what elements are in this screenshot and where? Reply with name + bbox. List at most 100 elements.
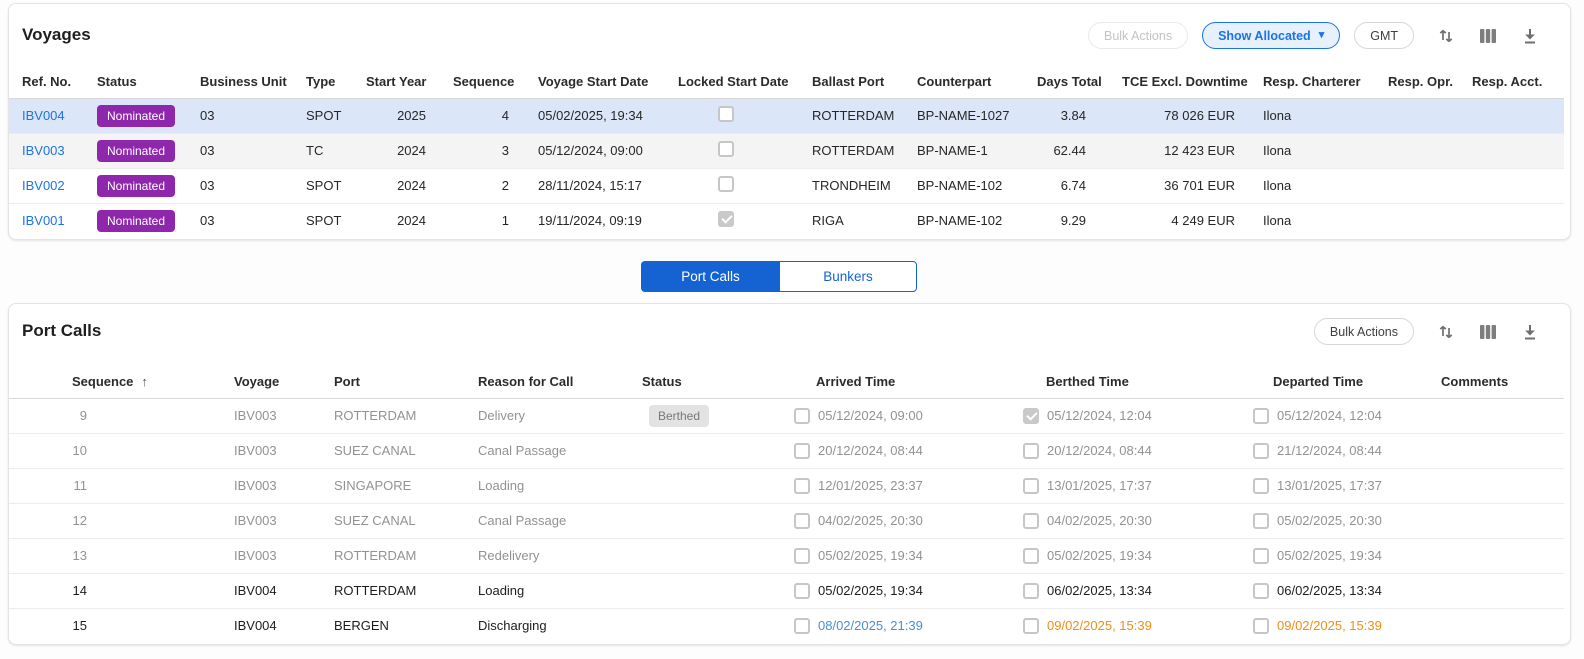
locked-start-date-checkbox[interactable]: [718, 106, 734, 122]
columns-icon[interactable]: [1477, 25, 1499, 47]
col-header-voyage-start-date[interactable]: Voyage Start Date: [518, 66, 678, 98]
cell-voyage-start-date: 19/11/2024, 09:19: [518, 203, 678, 238]
col-header-status[interactable]: Status: [642, 366, 794, 398]
col-header-departed-time[interactable]: Departed Time: [1253, 366, 1433, 398]
arrived-checkbox[interactable]: [794, 548, 810, 564]
col-header-resp-acct[interactable]: Resp. Acct.: [1472, 66, 1564, 98]
col-header-berthed-time[interactable]: Berthed Time: [1023, 366, 1253, 398]
col-header-business-unit[interactable]: Business Unit: [200, 66, 306, 98]
col-header-comments[interactable]: Comments: [1433, 366, 1564, 398]
departed-checkbox[interactable]: [1253, 583, 1269, 599]
table-row[interactable]: IBV002 Nominated 03 SPOT 2024 2 28/11/20…: [9, 168, 1564, 203]
col-header-ref-no[interactable]: Ref. No.: [9, 66, 97, 98]
locked-start-date-checkbox[interactable]: [718, 211, 734, 227]
table-row[interactable]: IBV001 Nominated 03 SPOT 2024 1 19/11/20…: [9, 203, 1564, 238]
berthed-time: 09/02/2025, 15:39: [1047, 618, 1152, 633]
timezone-button[interactable]: GMT: [1354, 22, 1414, 49]
cell-port: ROTTERDAM: [334, 398, 478, 433]
col-header-start-year[interactable]: Start Year: [366, 66, 441, 98]
cell-comments: [1433, 503, 1564, 538]
table-row[interactable]: 14 IBV004 ROTTERDAM Loading 05/02/2025, …: [9, 573, 1564, 608]
voyage-ref-link[interactable]: IBV002: [22, 178, 65, 193]
status-badge: Nominated: [97, 105, 175, 127]
departed-checkbox[interactable]: [1253, 513, 1269, 529]
tab-port-calls[interactable]: Port Calls: [641, 261, 779, 292]
col-header-arrived-time[interactable]: Arrived Time: [794, 366, 1023, 398]
download-icon[interactable]: [1520, 321, 1540, 343]
departed-time: 13/01/2025, 17:37: [1277, 478, 1382, 493]
arrived-checkbox[interactable]: [794, 408, 810, 424]
berthed-checkbox[interactable]: [1023, 408, 1039, 424]
cell-counterpart: BP-NAME-1027: [917, 98, 1037, 133]
table-row[interactable]: 9 IBV003 ROTTERDAM Delivery Berthed 05/1…: [9, 398, 1564, 433]
col-header-days-total[interactable]: Days Total: [1037, 66, 1122, 98]
table-row[interactable]: 15 IBV004 BERGEN Discharging 08/02/2025,…: [9, 608, 1564, 643]
table-row[interactable]: 12 IBV003 SUEZ CANAL Canal Passage 04/02…: [9, 503, 1564, 538]
departed-checkbox[interactable]: [1253, 548, 1269, 564]
voyage-ref-link[interactable]: IBV004: [22, 108, 65, 123]
departed-checkbox[interactable]: [1253, 478, 1269, 494]
col-header-counterpart[interactable]: Counterpart: [917, 66, 1037, 98]
cell-sequence: 9: [72, 408, 87, 423]
berthed-checkbox[interactable]: [1023, 618, 1039, 634]
locked-start-date-checkbox[interactable]: [718, 176, 734, 192]
col-header-tce[interactable]: TCE Excl. Downtime: [1122, 66, 1263, 98]
voyage-ref-link[interactable]: IBV003: [22, 143, 65, 158]
arrived-time: 12/01/2025, 23:37: [818, 478, 923, 493]
table-row[interactable]: 10 IBV003 SUEZ CANAL Canal Passage 20/12…: [9, 433, 1564, 468]
arrived-checkbox[interactable]: [794, 583, 810, 599]
table-row[interactable]: IBV004 Nominated 03 SPOT 2025 4 05/02/20…: [9, 98, 1564, 133]
dropdown-caret-icon: ▾: [1319, 30, 1325, 41]
departed-checkbox[interactable]: [1253, 618, 1269, 634]
table-row[interactable]: 11 IBV003 SINGAPORE Loading 12/01/2025, …: [9, 468, 1564, 503]
arrived-checkbox[interactable]: [794, 513, 810, 529]
cell-resp-opr: [1388, 203, 1472, 238]
sort-icon[interactable]: [1436, 25, 1456, 47]
cell-reason: Canal Passage: [478, 433, 642, 468]
table-row[interactable]: IBV003 Nominated 03 TC 2024 3 05/12/2024…: [9, 133, 1564, 168]
departed-checkbox[interactable]: [1253, 443, 1269, 459]
cell-resp-opr: [1388, 98, 1472, 133]
berthed-checkbox[interactable]: [1023, 548, 1039, 564]
arrived-checkbox[interactable]: [794, 618, 810, 634]
table-row[interactable]: 13 IBV003 ROTTERDAM Redelivery 05/02/202…: [9, 538, 1564, 573]
voyage-ref-link[interactable]: IBV001: [22, 213, 65, 228]
departed-time: 05/02/2025, 19:34: [1277, 548, 1382, 563]
cell-voyage: IBV004: [234, 573, 334, 608]
departed-time: 05/02/2025, 20:30: [1277, 513, 1382, 528]
sort-icon[interactable]: [1436, 321, 1456, 343]
col-header-voyage[interactable]: Voyage: [234, 366, 334, 398]
bulk-actions-button[interactable]: Bulk Actions: [1314, 318, 1414, 345]
berthed-checkbox[interactable]: [1023, 443, 1039, 459]
tab-bunkers[interactable]: Bunkers: [779, 261, 917, 292]
col-header-resp-opr[interactable]: Resp. Opr.: [1388, 66, 1472, 98]
departed-checkbox[interactable]: [1253, 408, 1269, 424]
cell-voyage-start-date: 05/12/2024, 09:00: [518, 133, 678, 168]
col-header-status[interactable]: Status: [97, 66, 200, 98]
cell-resp-charterer: Ilona: [1263, 168, 1388, 203]
col-header-ballast-port[interactable]: Ballast Port: [812, 66, 917, 98]
cell-counterpart: BP-NAME-1: [917, 133, 1037, 168]
show-allocated-dropdown[interactable]: Show Allocated▾: [1202, 22, 1340, 49]
col-header-sequence[interactable]: Sequence↑: [9, 366, 234, 398]
col-header-resp-charterer[interactable]: Resp. Charterer: [1263, 66, 1388, 98]
locked-start-date-checkbox[interactable]: [718, 141, 734, 157]
cell-resp-opr: [1388, 133, 1472, 168]
arrived-checkbox[interactable]: [794, 443, 810, 459]
cell-business-unit: 03: [200, 168, 306, 203]
port-calls-panel: Port Calls Bulk Actions: [8, 303, 1571, 645]
cell-tce: 78 026 EUR: [1122, 98, 1263, 133]
col-header-reason[interactable]: Reason for Call: [478, 366, 642, 398]
berthed-checkbox[interactable]: [1023, 478, 1039, 494]
berthed-checkbox[interactable]: [1023, 513, 1039, 529]
arrived-checkbox[interactable]: [794, 478, 810, 494]
berthed-checkbox[interactable]: [1023, 583, 1039, 599]
col-header-port[interactable]: Port: [334, 366, 478, 398]
columns-icon[interactable]: [1477, 321, 1499, 343]
col-header-type[interactable]: Type: [306, 66, 366, 98]
col-header-sequence[interactable]: Sequence: [441, 66, 518, 98]
cell-resp-charterer: Ilona: [1263, 203, 1388, 238]
download-icon[interactable]: [1520, 25, 1540, 47]
cell-port: SUEZ CANAL: [334, 503, 478, 538]
col-header-locked-start-date[interactable]: Locked Start Date: [678, 66, 812, 98]
